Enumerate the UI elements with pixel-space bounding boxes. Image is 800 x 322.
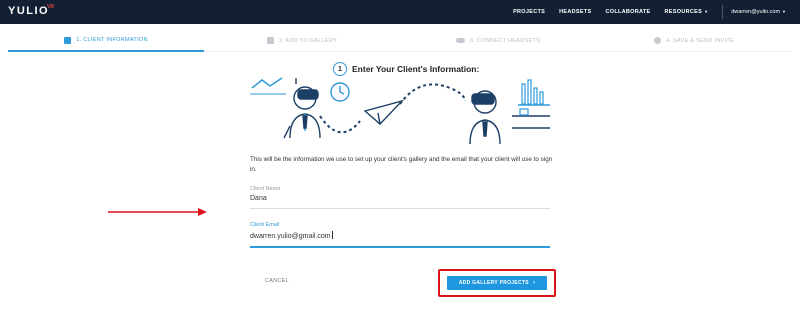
nav-divider bbox=[722, 5, 724, 19]
step-label: 4. SAVE & SEND INVITE bbox=[666, 37, 734, 44]
logo-superscript: VR bbox=[47, 4, 54, 10]
chart-line-icon bbox=[250, 77, 286, 95]
chevron-right-icon: › bbox=[532, 280, 536, 286]
client-email-label: Client Email bbox=[250, 222, 280, 228]
intro-text: This will be the information we use to s… bbox=[250, 156, 553, 173]
input-underline bbox=[250, 208, 550, 209]
nav-resources-label: RESOURCES bbox=[664, 9, 703, 15]
step-client-information[interactable]: 1. CLIENT INFORMATION bbox=[8, 30, 204, 52]
input-underline-focused bbox=[250, 246, 550, 248]
client-email-field[interactable]: Client Email dwarren.yulio@gmail.com bbox=[250, 222, 550, 248]
step-connect-headsets[interactable]: 3. CONNECT HEADSETS bbox=[400, 30, 596, 52]
page-title: Enter Your Client's Information: bbox=[352, 64, 480, 74]
client-name-label: Client Name bbox=[250, 186, 281, 192]
user-icon bbox=[64, 36, 72, 44]
cancel-button[interactable]: CANCEL bbox=[265, 278, 289, 284]
section-heading: 1 Enter Your Client's Information: bbox=[333, 62, 479, 76]
person-vr-right-icon bbox=[469, 90, 501, 145]
user-menu[interactable]: dwarren@yulio.com ▼ bbox=[731, 9, 786, 15]
step-label: 3. CONNECT HEADSETS bbox=[469, 37, 541, 44]
headset-icon bbox=[455, 38, 465, 43]
nav-headsets[interactable]: HEADSETS bbox=[559, 9, 591, 15]
add-gallery-projects-label: ADD GALLERY PROJECTS bbox=[458, 280, 529, 286]
user-email: dwarren@yulio.com bbox=[731, 9, 781, 15]
step-label: 1. CLIENT INFORMATION bbox=[76, 37, 148, 43]
chevron-down-icon: ▼ bbox=[704, 9, 709, 14]
client-email-input[interactable]: dwarren.yulio@gmail.com bbox=[250, 231, 550, 240]
chevron-down-icon: ▼ bbox=[782, 9, 786, 14]
nav-resources[interactable]: RESOURCES ▼ bbox=[665, 9, 709, 15]
yulio-logo[interactable]: YULIO bbox=[8, 5, 49, 17]
wizard-steps: 1. CLIENT INFORMATION 2. ADD TO GALLERY … bbox=[8, 30, 792, 52]
clock-icon bbox=[330, 82, 350, 102]
vr-illustration bbox=[250, 77, 550, 145]
step-add-to-gallery[interactable]: 2. ADD TO GALLERY bbox=[204, 30, 400, 52]
client-email-value: dwarren.yulio@gmail.com bbox=[250, 233, 331, 240]
add-gallery-projects-button[interactable]: ADD GALLERY PROJECTS › bbox=[447, 276, 547, 290]
text-cursor bbox=[331, 231, 333, 239]
paper-plane-icon bbox=[363, 99, 405, 125]
bar-chart-icon bbox=[512, 79, 550, 129]
check-icon bbox=[654, 37, 662, 44]
person-vr-left-icon bbox=[283, 78, 321, 139]
top-navbar: YULIO VR PROJECTS HEADSETS COLLABORATE R… bbox=[0, 0, 800, 24]
nav-links: PROJECTS HEADSETS COLLABORATE RESOURCES ▼… bbox=[513, 0, 800, 24]
step-save-send-invite[interactable]: 4. SAVE & SEND INVITE bbox=[596, 30, 792, 52]
client-name-input[interactable]: Dana bbox=[250, 195, 550, 202]
step-label: 2. ADD TO GALLERY bbox=[278, 37, 338, 44]
step-number-badge: 1 bbox=[333, 62, 347, 76]
dashed-path bbox=[319, 115, 361, 134]
nav-collaborate[interactable]: COLLABORATE bbox=[605, 9, 650, 15]
client-name-field[interactable]: Client Name Dana bbox=[250, 186, 550, 209]
dashed-path bbox=[399, 83, 466, 105]
nav-projects[interactable]: PROJECTS bbox=[513, 9, 545, 15]
gallery-icon bbox=[266, 37, 274, 44]
annotation-arrow bbox=[108, 208, 207, 216]
